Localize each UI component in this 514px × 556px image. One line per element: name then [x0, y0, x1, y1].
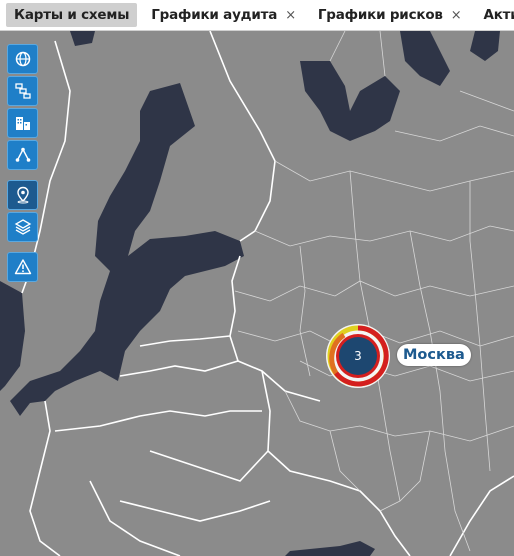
layers-icon [14, 219, 31, 235]
location-pin-button[interactable] [7, 180, 38, 210]
globe-icon [15, 51, 30, 67]
hierarchy-icon [14, 83, 31, 99]
location-pin-icon [16, 186, 29, 204]
network-button[interactable] [7, 140, 38, 170]
hierarchy-button[interactable] [7, 76, 38, 106]
close-icon[interactable]: × [285, 8, 296, 23]
cluster-marker[interactable]: 3 [324, 322, 392, 390]
map-view[interactable] [0, 31, 514, 556]
city-label-moscow[interactable]: Москва [397, 344, 471, 366]
warning-button[interactable] [7, 252, 38, 282]
tab-audit-charts[interactable]: Графики аудита × [143, 3, 304, 27]
tab-label: Активы [483, 7, 514, 23]
tab-risk-charts[interactable]: Графики рисков × [310, 3, 470, 27]
buildings-icon [15, 117, 30, 130]
map-toolbar [7, 44, 39, 284]
network-icon [15, 147, 30, 162]
tab-maps-and-schemes[interactable]: Карты и схемы [6, 3, 138, 27]
map-canvas[interactable] [0, 31, 514, 556]
globe-button[interactable] [7, 44, 38, 74]
land-area [0, 31, 514, 556]
tab-assets[interactable]: Активы × [475, 3, 514, 27]
layers-button[interactable] [7, 212, 38, 242]
cluster-count: 3 [354, 349, 362, 363]
warning-icon [14, 259, 31, 275]
buildings-button[interactable] [7, 108, 38, 138]
tab-label: Графики аудита [151, 7, 278, 23]
tab-label: Карты и схемы [14, 7, 130, 23]
tab-bar: Карты и схемы Графики аудита × Графики р… [0, 0, 514, 31]
tab-label: Графики рисков [317, 7, 443, 23]
close-icon[interactable]: × [451, 8, 462, 23]
